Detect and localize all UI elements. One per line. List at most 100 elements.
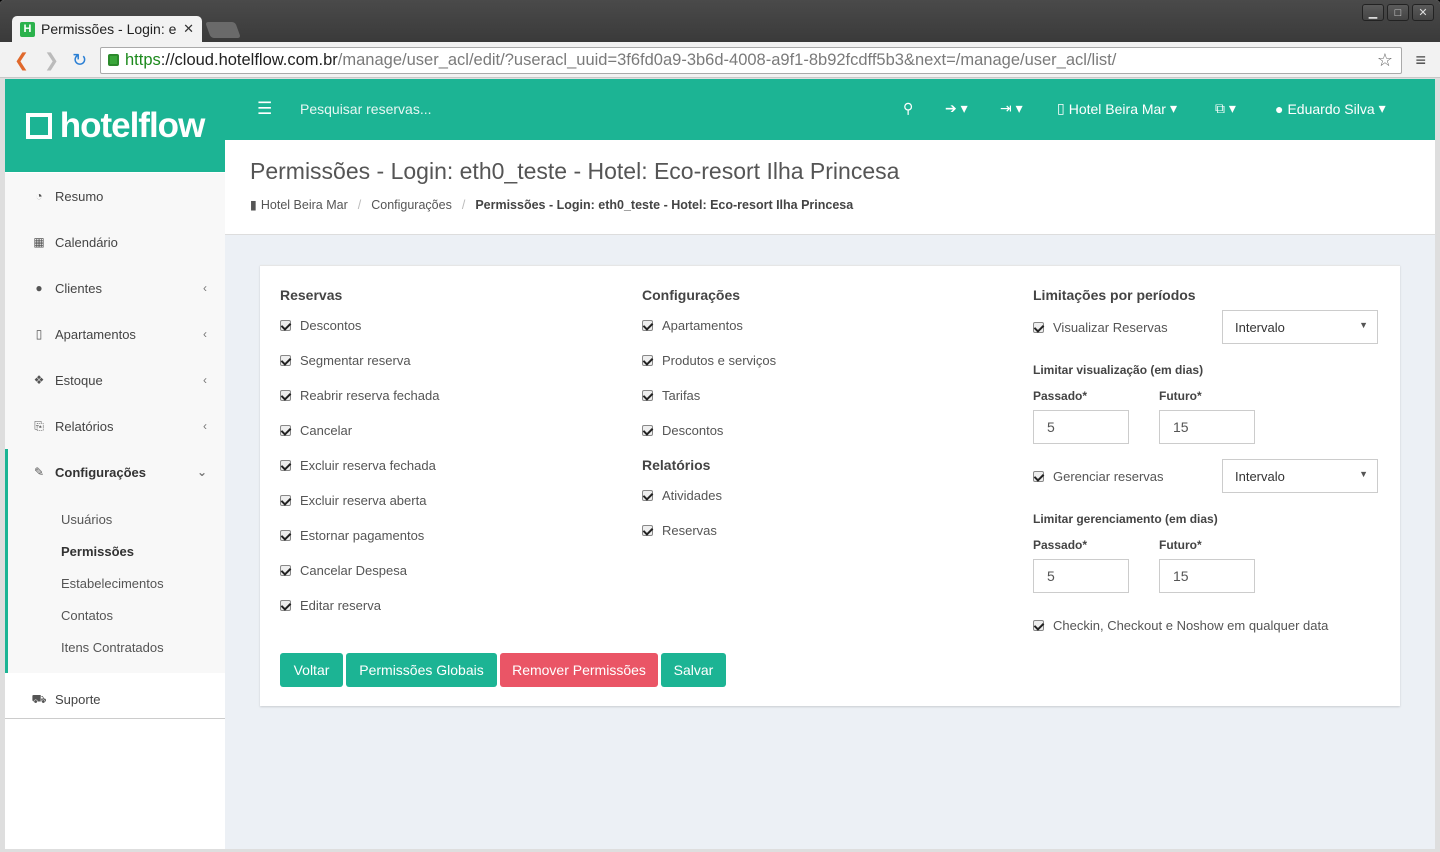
vis-passado-input[interactable]: 5: [1033, 410, 1129, 444]
configuracoes-permission-label: Produtos e serviços: [662, 353, 777, 368]
ger-passado-input[interactable]: 5: [1033, 559, 1129, 593]
limitar-gerenciamento-label: Limitar gerenciamento (em dias): [1033, 512, 1218, 526]
visualizar-reservas-checkbox[interactable]: Visualizar Reservas: [1033, 310, 1168, 345]
bookmark-star-icon[interactable]: ☆: [1377, 50, 1393, 71]
relatorios-permission-checkbox[interactable]: Reservas: [642, 513, 776, 548]
minimize-button[interactable]: ▁: [1362, 4, 1384, 21]
report-icon: ⎘: [34, 418, 44, 433]
reservas-permission-label: Cancelar Despesa: [300, 563, 407, 578]
configuracoes-permission-checkbox[interactable]: Descontos: [642, 413, 776, 448]
reservas-permission-label: Editar reserva: [300, 598, 381, 613]
checkbox-icon: [280, 425, 291, 436]
browser-window: H Permissões - Login: e ✕ ▁ □ ✕ ❮ ❯ ↻ ht…: [0, 0, 1440, 852]
caret-down-icon: ▼: [1359, 320, 1368, 330]
sidebar-item-resumo[interactable]: ◔ Resumo: [5, 173, 225, 219]
reload-icon[interactable]: ↻: [72, 50, 87, 71]
gerenciar-interval-select[interactable]: Intervalo ▼: [1222, 459, 1378, 493]
visualizar-interval-select[interactable]: Intervalo ▼: [1222, 310, 1378, 344]
ger-futuro-input[interactable]: 15: [1159, 559, 1255, 593]
calendar-icon: ▦: [33, 235, 45, 249]
reservas-permission-checkbox[interactable]: Descontos: [280, 308, 439, 343]
checkin-dropdown-icon[interactable]: ➔ ▾: [945, 100, 968, 117]
gerenciar-reservas-checkbox[interactable]: Gerenciar reservas: [1033, 459, 1164, 494]
url-field[interactable]: https://cloud.hotelflow.com.br/manage/us…: [100, 47, 1402, 74]
close-window-button[interactable]: ✕: [1412, 4, 1434, 21]
submenu-usuarios[interactable]: Usuários: [8, 503, 225, 535]
sidebar-item-estoque[interactable]: ❖ Estoque ‹: [5, 357, 225, 403]
submenu-estabelecimentos[interactable]: Estabelecimentos: [8, 567, 225, 599]
search-icon[interactable]: ⚲: [903, 100, 913, 117]
reservas-permission-checkbox[interactable]: Cancelar Despesa: [280, 553, 439, 588]
sidebar-item-suporte[interactable]: ⛟ Suporte: [5, 673, 225, 719]
relatorios-permission-checkbox[interactable]: Atividades: [642, 478, 776, 513]
app: hotelflow ◔ Resumo ▦ Calendário ● Clientes ‹…: [5, 79, 1435, 849]
futuro-label: Futuro*: [1159, 389, 1202, 403]
configuracoes-permission-checkbox[interactable]: Tarifas: [642, 378, 776, 413]
submenu-itens-contratados[interactable]: Itens Contratados: [8, 631, 225, 663]
breadcrumb-hotel[interactable]: Hotel Beira Mar: [261, 198, 348, 212]
checkbox-icon: [280, 460, 291, 471]
salvar-button[interactable]: Salvar: [661, 653, 726, 687]
new-tab-button[interactable]: [205, 22, 241, 38]
configuracoes-permission-checkbox[interactable]: Apartamentos: [642, 308, 776, 343]
wrench-icon: ✎: [33, 465, 45, 479]
chevron-left-icon: ‹: [203, 373, 207, 387]
ambulance-icon: ⛟: [31, 691, 47, 706]
reservas-permission-label: Excluir reserva aberta: [300, 493, 427, 508]
chevron-left-icon: ‹: [203, 419, 207, 433]
url-scheme: https: [125, 51, 161, 69]
sidebar-item-configuracoes[interactable]: ✎ Configurações ⌄: [5, 449, 225, 495]
sidebar-item-apartamentos[interactable]: ▯ Apartamentos ‹: [5, 311, 225, 357]
reservas-permission-checkbox[interactable]: Segmentar reserva: [280, 343, 439, 378]
checkin-qualquer-data-checkbox[interactable]: Checkin, Checkout e Noshow em qualquer d…: [1033, 608, 1328, 643]
address-bar-row: ❮ ❯ ↻ https://cloud.hotelflow.com.br/man…: [0, 42, 1440, 78]
close-tab-icon[interactable]: ✕: [183, 21, 194, 37]
breadcrumb: ▮ Hotel Beira Mar / Configurações / Perm…: [250, 197, 854, 213]
search-input[interactable]: Pesquisar reservas...: [300, 101, 432, 117]
reservas-permission-checkbox[interactable]: Cancelar: [280, 413, 439, 448]
section-title-reservas: Reservas: [280, 287, 343, 303]
breadcrumb-configuracoes[interactable]: Configurações: [371, 198, 452, 212]
users-icon: ●: [35, 281, 43, 295]
hamburger-icon[interactable]: ☰: [257, 99, 272, 119]
external-link-icon[interactable]: ⧉ ▾: [1215, 100, 1236, 117]
checkbox-icon: [280, 320, 291, 331]
relatorios-permission-label: Atividades: [662, 488, 722, 503]
reservas-permission-checkbox[interactable]: Editar reserva: [280, 588, 439, 623]
browser-tab[interactable]: H Permissões - Login: e ✕: [12, 16, 202, 42]
checkbox-icon: [280, 530, 291, 541]
sidebar-item-relatorios[interactable]: ⎘ Relatórios ‹: [5, 403, 225, 449]
configuracoes-permission-label: Descontos: [662, 423, 724, 438]
submenu-permissoes[interactable]: Permissões: [8, 535, 225, 567]
limitacoes-column: Limitações por períodos Visualizar Reser…: [1033, 282, 1383, 662]
forward-icon[interactable]: ❯: [44, 50, 59, 71]
logo[interactable]: hotelflow: [5, 79, 225, 172]
configuracoes-permission-checkbox[interactable]: Produtos e serviços: [642, 343, 776, 378]
voltar-button[interactable]: Voltar: [280, 653, 343, 687]
user-dropdown[interactable]: ● Eduardo Silva ▾: [1275, 100, 1386, 117]
browser-menu-icon[interactable]: ≡: [1415, 50, 1426, 71]
section-title-relatorios: Relatórios: [642, 457, 711, 473]
reservas-permission-checkbox[interactable]: Reabrir reserva fechada: [280, 378, 439, 413]
checkout-dropdown-icon[interactable]: ⇥ ▾: [1000, 100, 1023, 117]
submenu-contatos[interactable]: Contatos: [8, 599, 225, 631]
hotel-dropdown[interactable]: ▯ Hotel Beira Mar ▾: [1057, 100, 1177, 117]
section-title-configuracoes: Configurações: [642, 287, 741, 303]
user-icon: ●: [1275, 100, 1284, 117]
remover-permissoes-button[interactable]: Remover Permissões: [500, 653, 658, 687]
reservas-permission-checkbox[interactable]: Excluir reserva aberta: [280, 483, 439, 518]
cubes-icon: ❖: [33, 373, 45, 387]
sidebar-item-calendario[interactable]: ▦ Calendário: [5, 219, 225, 265]
reservas-permission-label: Reabrir reserva fechada: [300, 388, 440, 403]
maximize-button[interactable]: □: [1387, 4, 1409, 21]
checkbox-icon: [280, 495, 291, 506]
page-header: Permissões - Login: eth0_teste - Hotel: …: [225, 140, 1435, 235]
back-icon[interactable]: ❮: [14, 50, 29, 71]
vis-futuro-input[interactable]: 15: [1159, 410, 1255, 444]
checkbox-icon: [280, 600, 291, 611]
reservas-permission-checkbox[interactable]: Estornar pagamentos: [280, 518, 439, 553]
reservas-permission-checkbox[interactable]: Excluir reserva fechada: [280, 448, 439, 483]
passado-label: Passado*: [1033, 538, 1088, 552]
permissoes-globais-button[interactable]: Permissões Globais: [346, 653, 497, 687]
sidebar-item-clientes[interactable]: ● Clientes ‹: [5, 265, 225, 311]
